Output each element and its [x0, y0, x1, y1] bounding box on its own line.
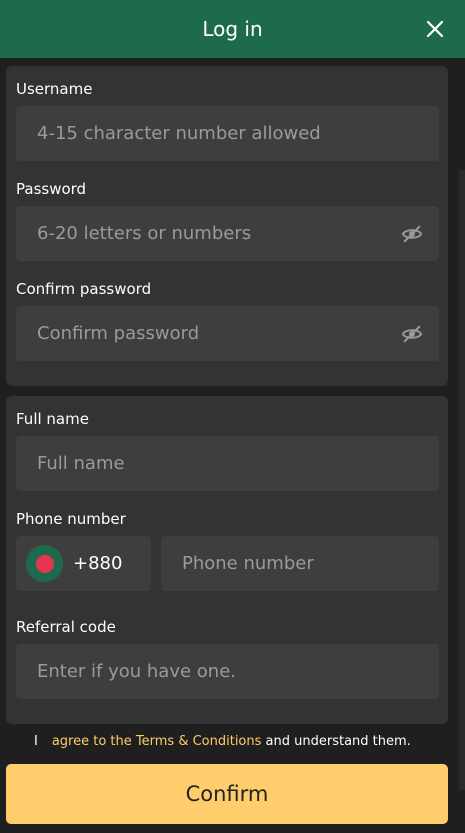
username-input[interactable]	[37, 123, 377, 144]
phone-number-input[interactable]	[182, 553, 422, 574]
eye-slash-icon[interactable]	[401, 323, 423, 345]
profile-section: Full name Phone number +880 Referral cod…	[6, 396, 448, 724]
eye-slash-icon[interactable]	[401, 223, 423, 245]
country-code-select[interactable]: +880	[16, 536, 151, 591]
referral-code-label: Referral code	[16, 618, 116, 636]
username-label: Username	[16, 80, 93, 98]
phone-number-label: Phone number	[16, 510, 126, 528]
country-code-value: +880	[73, 553, 123, 574]
referral-code-input[interactable]	[37, 661, 377, 682]
phone-field-box[interactable]	[161, 536, 439, 591]
password-label: Password	[16, 180, 87, 198]
confirm-password-field-box[interactable]	[16, 306, 439, 361]
terms-checkbox[interactable]: I	[34, 734, 38, 749]
full-name-input[interactable]	[37, 453, 377, 474]
full-name-label: Full name	[16, 410, 89, 428]
flag-red-disc	[35, 554, 54, 573]
password-field-box[interactable]	[16, 206, 439, 261]
terms-suffix: and understand them.	[261, 734, 411, 749]
terms-agreement: Iagree to the Terms & Conditions and und…	[34, 734, 411, 749]
full-name-field-box[interactable]	[16, 436, 439, 491]
close-icon[interactable]	[426, 20, 444, 38]
close-button[interactable]	[419, 13, 451, 45]
confirm-password-label: Confirm password	[16, 280, 152, 298]
confirm-password-input[interactable]	[37, 323, 377, 344]
modal-header: Log in	[0, 0, 465, 58]
scrollbar[interactable]	[459, 170, 465, 790]
account-section: Username Password Confirm password	[6, 66, 448, 386]
terms-link[interactable]: agree to the Terms & Conditions	[52, 734, 262, 749]
bangladesh-flag-icon	[26, 545, 63, 582]
confirm-button[interactable]: Confirm	[6, 764, 448, 824]
password-input[interactable]	[37, 223, 377, 244]
referral-field-box[interactable]	[16, 644, 439, 699]
username-field-box[interactable]	[16, 106, 439, 161]
modal-title: Log in	[202, 17, 263, 41]
